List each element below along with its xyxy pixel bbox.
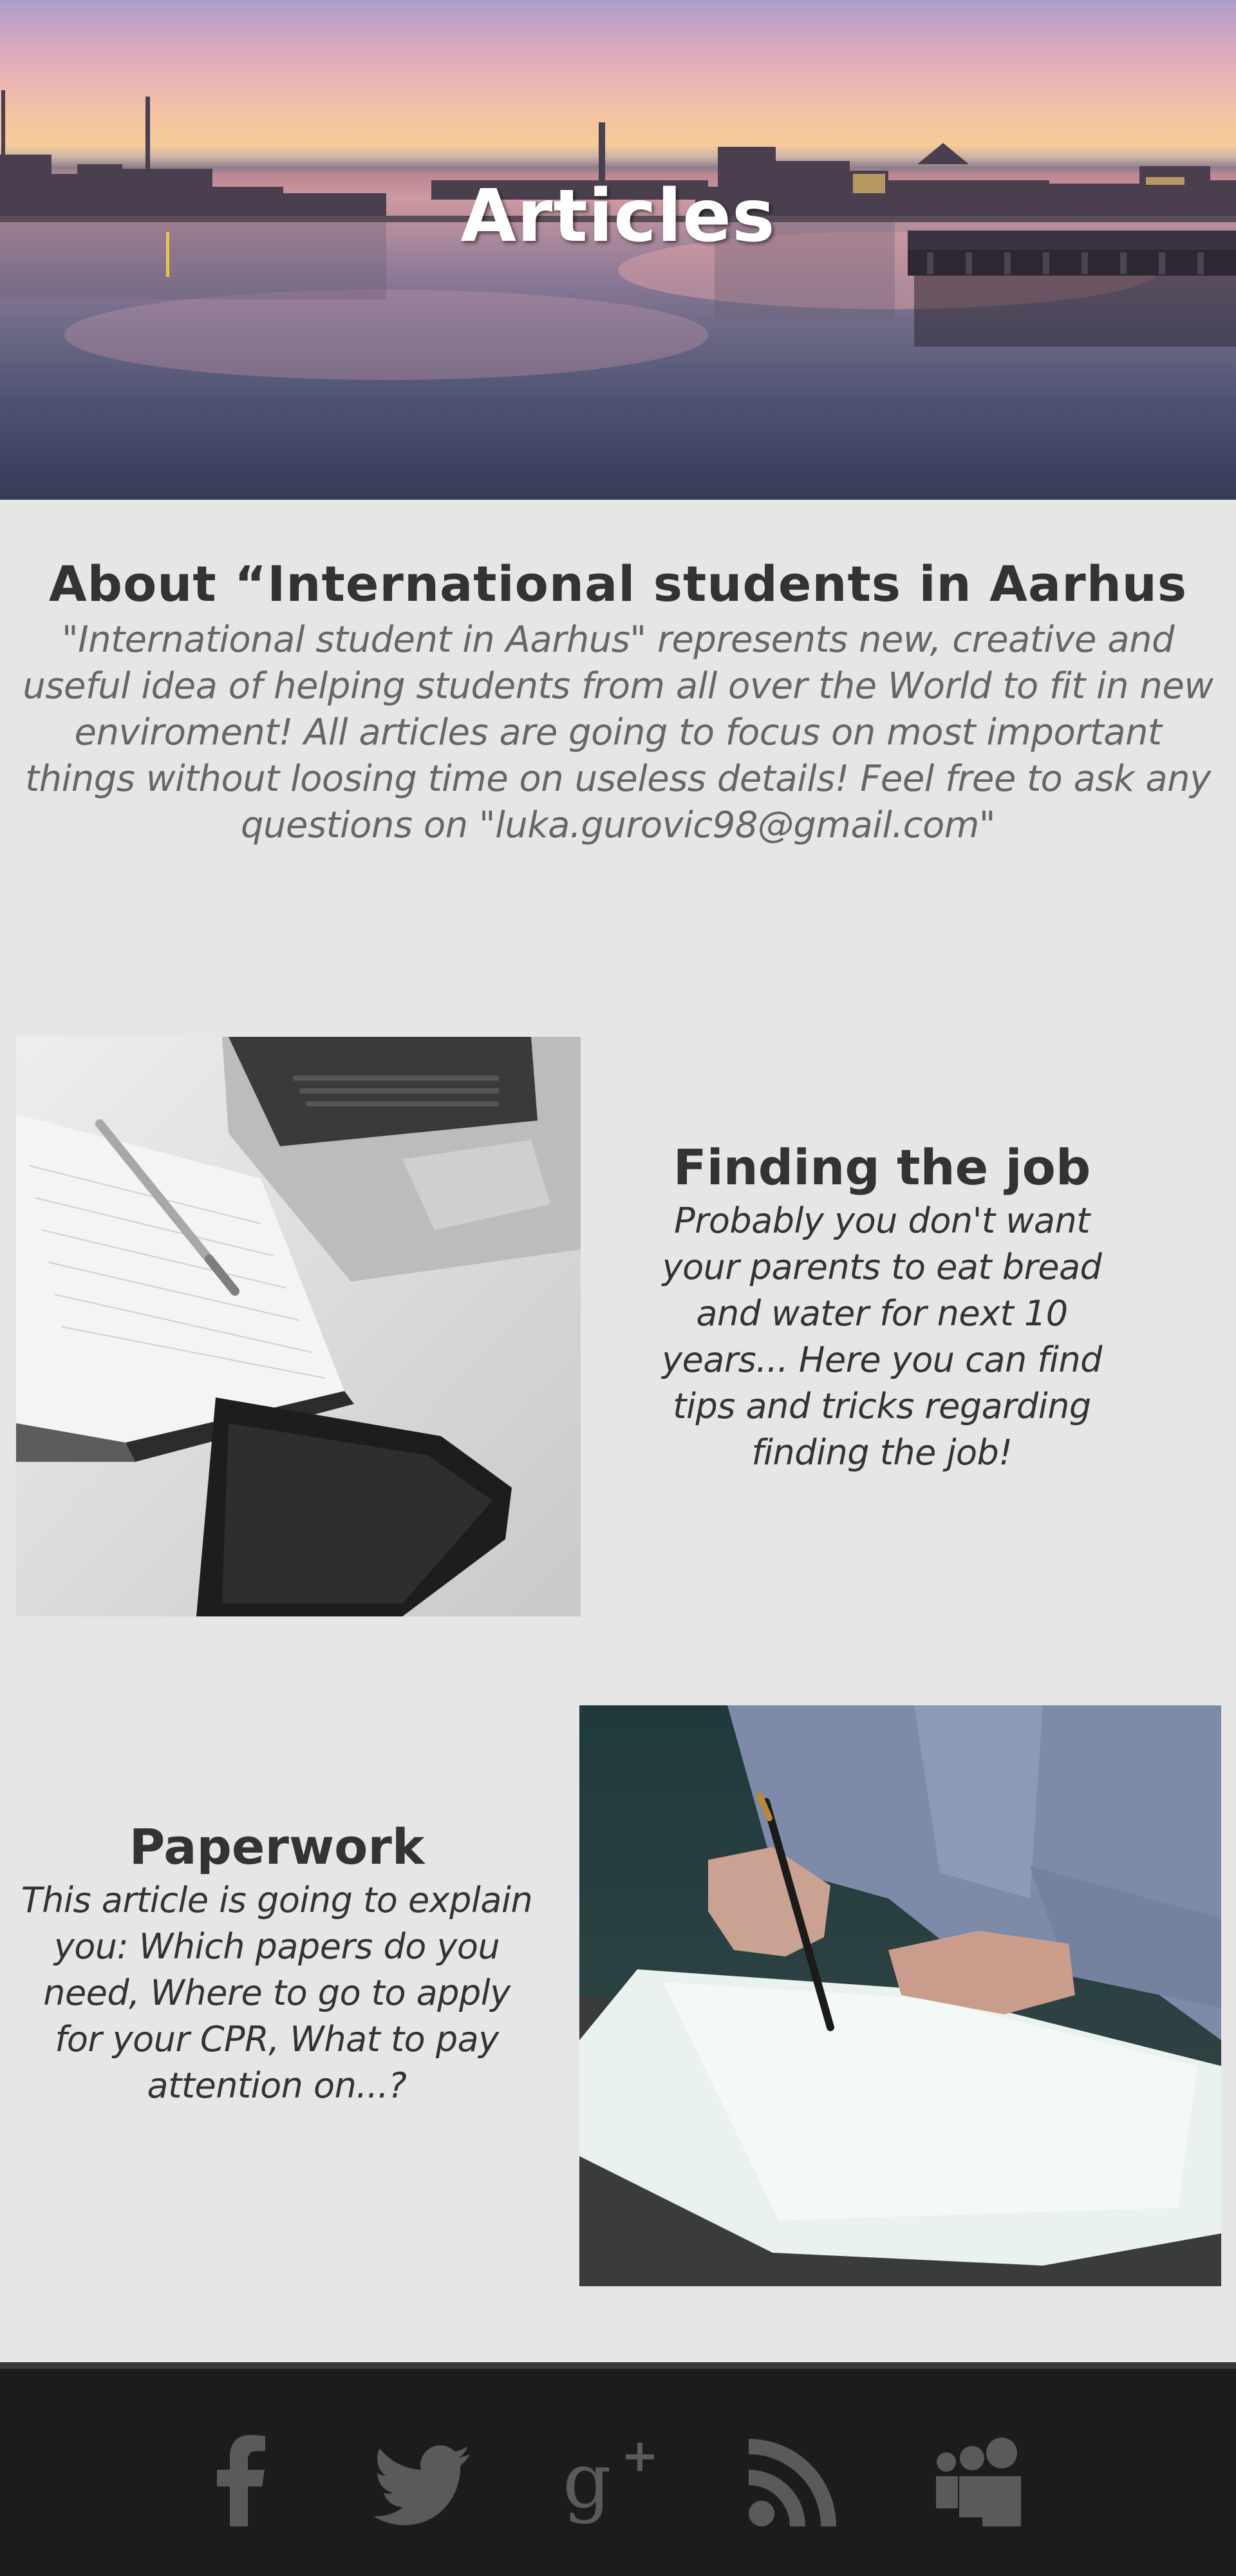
summary-line: Probably you don't want (674, 1200, 1090, 1241)
paperwork-article-summary: This article is going to explain you: Wh… (0, 1877, 554, 2109)
paperwork-article-image[interactable] (579, 1705, 1221, 2286)
about-line: questions on "luka.gurovic98@gmail.com" (240, 804, 996, 846)
about-heading: About “International students in Aarhus (48, 555, 1188, 612)
paperwork-article-title[interactable]: Paperwork (0, 1823, 554, 1871)
summary-line: need, Where to go to apply (43, 1973, 510, 2013)
hero-banner: Articles (0, 0, 1236, 500)
rss-icon[interactable] (742, 2430, 845, 2533)
about-line: things without loosing time on useless d… (25, 758, 1211, 800)
twitter-icon[interactable] (373, 2430, 476, 2533)
summary-line: attention on...? (147, 2065, 407, 2106)
job-article-summary: Probably you don't want your parents to … (621, 1198, 1143, 1476)
page-title: Articles (460, 175, 776, 258)
summary-line: and water for next 10 (696, 1293, 1068, 1334)
desk-laptop-notebook-image (16, 1037, 581, 1616)
google-plus-icon[interactable]: g (559, 2430, 662, 2533)
summary-line: finding the job! (751, 1432, 1013, 1473)
summary-line: years... Here you can find (662, 1340, 1102, 1380)
summary-line: you: Which papers do you (53, 1926, 500, 1967)
footer: g (0, 2362, 1236, 2576)
about-line: enviroment! All articles are going to fo… (74, 712, 1162, 753)
about-line: "International student in Aarhus" repres… (61, 619, 1175, 661)
job-article-image[interactable] (16, 1037, 581, 1616)
myspace-icon[interactable] (926, 2430, 1029, 2533)
summary-line: for your CPR, What to pay (55, 2019, 499, 2060)
summary-line: tips and tricks regarding (673, 1386, 1091, 1426)
about-line: useful idea of helping students from all… (23, 665, 1213, 707)
svg-text:g: g (563, 2436, 612, 2525)
summary-line: This article is going to explain (21, 1880, 533, 1920)
signing-documents-image (579, 1705, 1221, 2286)
summary-line: your parents to eat bread (662, 1247, 1102, 1287)
job-article-title[interactable]: Finding the job (605, 1143, 1159, 1192)
facebook-icon[interactable] (191, 2430, 294, 2533)
about-description: "International student in Aarhus" repres… (0, 617, 1236, 849)
